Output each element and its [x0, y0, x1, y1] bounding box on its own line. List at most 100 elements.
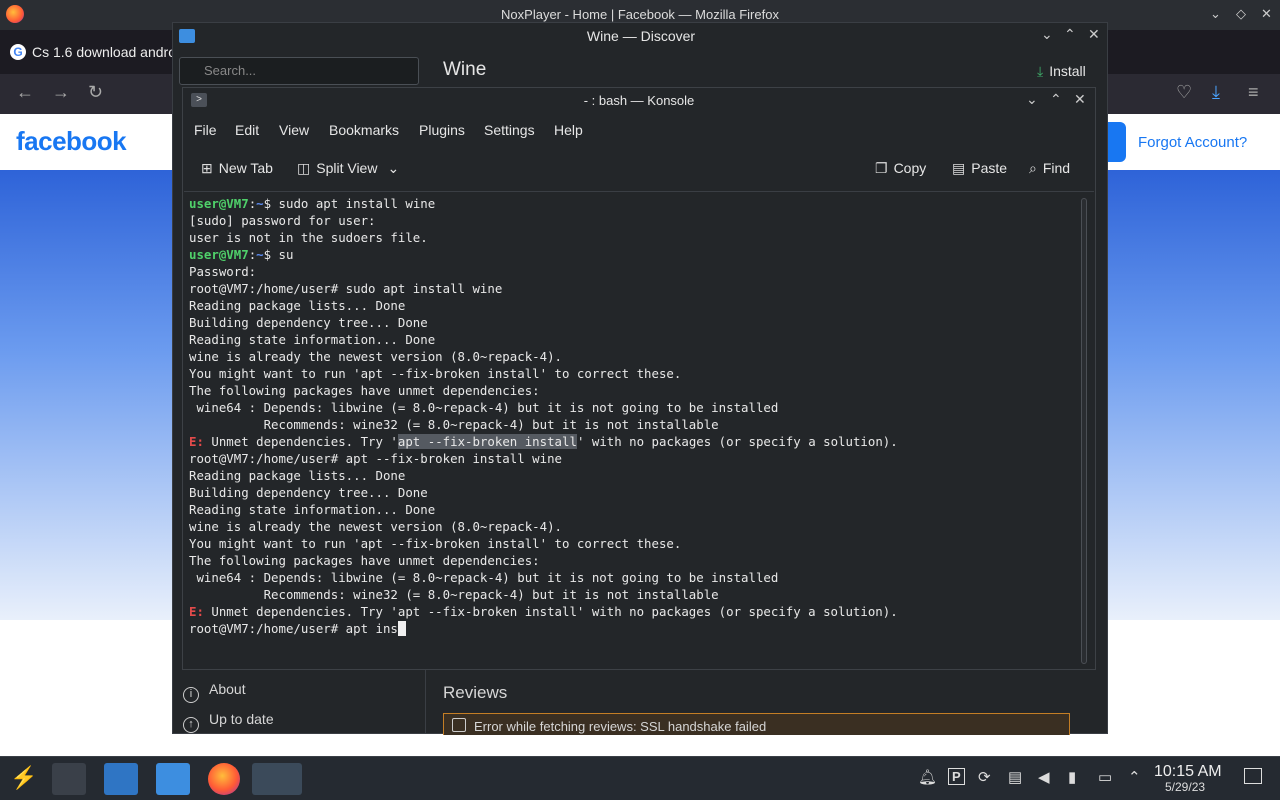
output-text: wine is already the newest version (8.0~…: [189, 349, 562, 364]
terminal-line: The following packages have unmet depend…: [189, 382, 898, 399]
terminal-line: Building dependency tree... Done: [189, 314, 898, 331]
install-label: Install: [1049, 63, 1086, 79]
maximize-icon[interactable]: ⌃: [1064, 26, 1076, 43]
paste-label: Paste: [971, 160, 1008, 176]
terminal-line: Reading state information... Done: [189, 331, 898, 348]
copy-icon: ❐: [875, 160, 888, 176]
terminal-output: user@VM7:~$ sudo apt install wine [sudo] …: [189, 195, 898, 637]
output-text: root@VM7:/home/user# sudo apt install wi…: [189, 281, 503, 296]
app-launcher-icon[interactable]: ⚡: [10, 765, 37, 791]
new-tab-button[interactable]: ⊞ New Tab: [201, 160, 273, 177]
close-icon[interactable]: ✕: [1088, 26, 1100, 43]
output-text: The following packages have unmet depend…: [189, 553, 540, 568]
toolbar: ⊞ New Tab ◫ Split View ⌄ ❐ Copy ▤ Paste ⌕ Find: [183, 150, 1095, 190]
terminal-scrollbar[interactable]: [1081, 198, 1087, 664]
taskbar-firefox-icon[interactable]: [208, 763, 240, 795]
minimize-icon[interactable]: ⌄: [1210, 6, 1221, 22]
menu-file[interactable]: File: [194, 122, 217, 138]
find-icon: ⌕: [1029, 160, 1037, 176]
copy-button[interactable]: ❐ Copy: [875, 160, 926, 177]
split-view-label: Split View: [316, 160, 378, 176]
network-icon[interactable]: ▭: [1098, 768, 1112, 786]
install-button[interactable]: ⤓ Install: [1037, 63, 1086, 80]
clock-date[interactable]: 5/29/23: [1165, 780, 1205, 794]
search-input[interactable]: Search...: [179, 57, 419, 85]
taskbar: ⚡: [0, 756, 1280, 800]
copy-label: Copy: [893, 160, 927, 176]
error-text: Unmet dependencies. Try 'apt --fix-broke…: [203, 604, 898, 619]
output-text: user is not in the sudoers file.: [189, 230, 428, 245]
terminal-line: user@VM7:~$ sudo apt install wine: [189, 195, 898, 212]
clock-time[interactable]: 10:15 AM: [1154, 763, 1222, 781]
back-icon[interactable]: ←: [16, 82, 34, 103]
show-desktop-icon[interactable]: [1244, 768, 1262, 784]
menu-edit[interactable]: Edit: [235, 122, 259, 138]
paste-button[interactable]: ▤ Paste: [952, 160, 1007, 177]
menu-bookmarks[interactable]: Bookmarks: [329, 122, 399, 138]
terminal-line: You might want to run 'apt --fix-broken …: [189, 365, 898, 382]
menu-icon[interactable]: ≡: [1248, 82, 1259, 103]
terminal-line: E: Unmet dependencies. Try 'apt --fix-br…: [189, 433, 898, 450]
tray-badge-icon[interactable]: P: [948, 768, 965, 785]
taskbar-konsole-icon[interactable]: [252, 763, 302, 795]
menu-view[interactable]: View: [279, 122, 309, 138]
download-icon[interactable]: ⤓: [1212, 82, 1220, 103]
clipboard-icon[interactable]: ▤: [1008, 768, 1022, 786]
forgot-account-link[interactable]: Forgot Account?: [1138, 134, 1247, 151]
error-text: Unmet dependencies. Try ': [203, 434, 398, 449]
terminal-line: user@VM7:~$ su: [189, 246, 898, 263]
sidebar-item-up-to-date[interactable]: ↑ Up to date: [183, 711, 274, 733]
terminal-line: Reading package lists... Done: [189, 467, 898, 484]
split-view-button[interactable]: ◫ Split View ⌄: [297, 160, 399, 177]
sidebar-item-label: Up to date: [209, 711, 274, 727]
terminal-line: Password:: [189, 263, 898, 280]
taskbar-files-icon[interactable]: [156, 763, 190, 795]
forward-icon[interactable]: →: [52, 82, 70, 103]
terminal-line: Recommends: wine32 (= 8.0~repack-4) but …: [189, 416, 898, 433]
info-icon: i: [183, 687, 199, 703]
pocket-icon[interactable]: ♡: [1176, 82, 1192, 103]
terminal-line: user is not in the sudoers file.: [189, 229, 898, 246]
minimize-icon[interactable]: ⌄: [1041, 26, 1053, 43]
error-text: ' with no packages (or specify a solutio…: [576, 434, 898, 449]
terminal-line: wine64 : Depends: libwine (= 8.0~repack-…: [189, 569, 898, 586]
menu-help[interactable]: Help: [554, 122, 583, 138]
output-text: Password:: [189, 264, 257, 279]
terminal-line: E: Unmet dependencies. Try 'apt --fix-br…: [189, 603, 898, 620]
tray-expand-icon[interactable]: ⌃: [1128, 768, 1141, 786]
taskbar-settings-icon[interactable]: [52, 763, 86, 795]
warning-icon: [452, 718, 466, 732]
sidebar-item-about[interactable]: i About: [183, 681, 246, 703]
minimize-icon[interactable]: ⌄: [1026, 91, 1038, 108]
output-text: Building dependency tree... Done: [189, 315, 428, 330]
app-heading: Wine: [443, 59, 487, 80]
device-icon[interactable]: ▮: [1068, 768, 1076, 786]
close-icon[interactable]: ✕: [1261, 6, 1272, 22]
terminal-line: root@VM7:/home/user# sudo apt install wi…: [189, 280, 898, 297]
close-icon[interactable]: ✕: [1074, 91, 1086, 108]
find-button[interactable]: ⌕ Find: [1029, 160, 1070, 177]
taskbar-discover-icon[interactable]: [104, 763, 138, 795]
firefox-window-title: NoxPlayer - Home | Facebook — Mozilla Fi…: [501, 7, 779, 22]
error-prefix: E:: [189, 434, 204, 449]
konsole-window-title: - : bash — Konsole: [583, 93, 695, 108]
reload-icon[interactable]: ↻: [88, 82, 103, 103]
command-text: $ su: [263, 247, 294, 262]
browser-tab[interactable]: Cs 1.6 download andro: [8, 36, 178, 68]
menu-plugins[interactable]: Plugins: [419, 122, 465, 138]
output-text: wine is already the newest version (8.0~…: [189, 519, 562, 534]
facebook-logo[interactable]: facebook: [16, 126, 127, 157]
terminal-line: root@VM7:/home/user# apt --fix-broken in…: [189, 450, 898, 467]
output-text: Reading state information... Done: [189, 332, 436, 347]
maximize-icon[interactable]: ◇: [1236, 6, 1246, 22]
volume-muted-icon[interactable]: ◀: [1038, 768, 1050, 786]
discover-window-title: Wine — Discover: [586, 28, 696, 44]
notifications-icon[interactable]: 🔔︎: [918, 768, 937, 786]
update-tray-icon[interactable]: ⟳: [978, 768, 991, 786]
maximize-icon[interactable]: ⌃: [1050, 91, 1062, 108]
split-view-icon: ◫: [297, 160, 311, 176]
terminal-area[interactable]: user@VM7:~$ sudo apt install wine [sudo] …: [184, 191, 1094, 669]
sidebar-item-label: About: [209, 681, 246, 697]
menu-settings[interactable]: Settings: [484, 122, 535, 138]
terminal-line: Building dependency tree... Done: [189, 484, 898, 501]
